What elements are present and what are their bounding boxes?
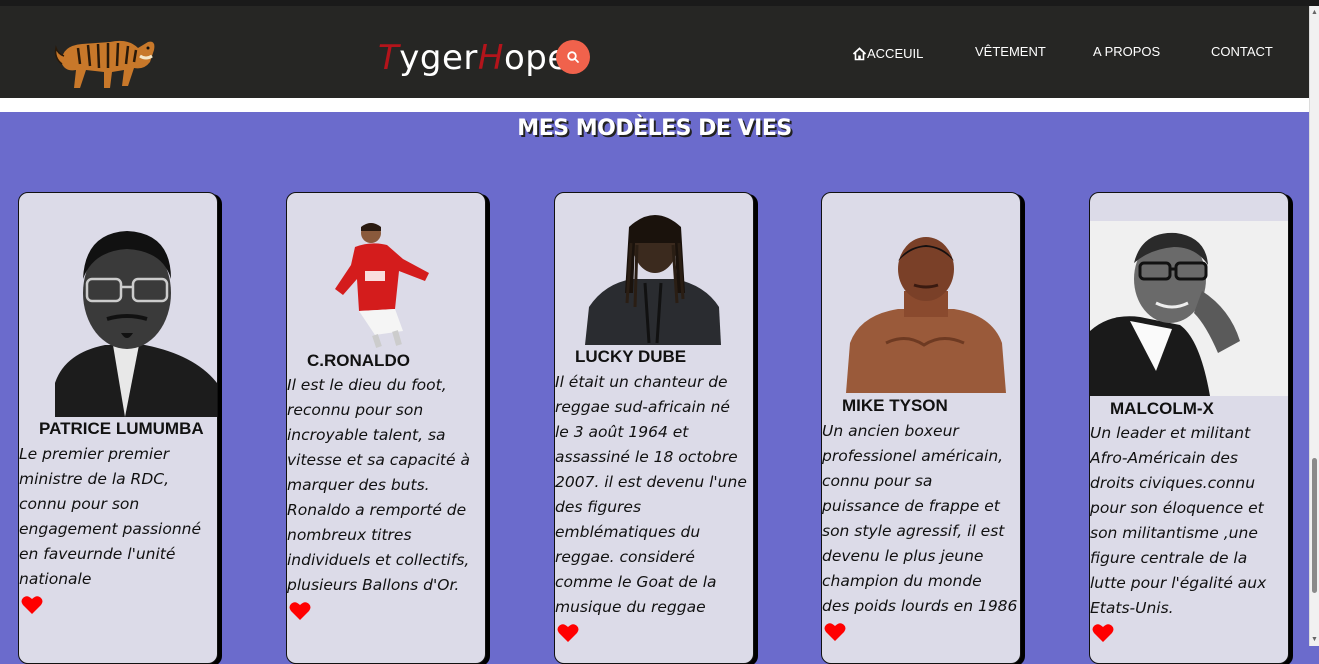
heart-icon[interactable] — [824, 622, 846, 642]
nav-contact-link[interactable]: CONTACT — [1211, 44, 1273, 64]
brand-letter-h: H — [477, 38, 504, 78]
role-model-card: MALCOLM-X Un leader et militant Afro-Amé… — [1089, 192, 1289, 664]
role-model-card: LUCKY DUBE Il était un chanteur de regga… — [554, 192, 754, 664]
search-icon — [567, 51, 579, 63]
scrollbar-thumb[interactable] — [1312, 458, 1317, 593]
brand-text-1: yger — [399, 38, 478, 78]
tiger-logo-icon[interactable] — [48, 24, 158, 94]
card-name: C.RONALDO — [307, 351, 410, 370]
site-header: TygerHope ACCEUIL VÊTEMENT A PROPOS CONT… — [0, 6, 1309, 98]
header-divider — [0, 98, 1309, 112]
brand-letter-t: T — [378, 38, 400, 78]
role-model-card: MIKE TYSON Un ancien boxeur professionel… — [821, 192, 1021, 664]
lumumba-photo — [35, 223, 217, 417]
role-model-card: PATRICE LUMUMBA Le premier premier minis… — [18, 192, 218, 664]
card-description: Il était un chanteur de reggae sud-afric… — [555, 373, 747, 616]
heart-icon[interactable] — [21, 595, 43, 615]
section-title: MES MODÈLES DE VIES — [517, 116, 792, 141]
card-description: Le premier premier ministre de la RDC, c… — [19, 445, 201, 588]
nav-clothing-link[interactable]: VÊTEMENT — [975, 44, 1046, 64]
ronaldo-photo — [335, 223, 429, 348]
heart-icon[interactable] — [1092, 623, 1114, 643]
heart-icon[interactable] — [289, 601, 311, 621]
heart-icon[interactable] — [557, 623, 579, 643]
brand-name[interactable]: TygerHope — [378, 36, 569, 80]
role-model-card: C.RONALDO Il est le dieu du foot, reconn… — [286, 192, 486, 664]
scroll-down-icon[interactable]: ▼ — [1311, 636, 1318, 643]
card-name: LUCKY DUBE — [575, 347, 687, 366]
card-description: Il est le dieu du foot, reconnu pour son… — [287, 376, 470, 594]
lucky-dube-photo — [585, 215, 721, 345]
search-button[interactable] — [556, 40, 590, 74]
card-description: Un leader et militant Afro-Américain des… — [1090, 424, 1267, 617]
card-name: MIKE TYSON — [842, 396, 948, 415]
page-scrollbar[interactable]: ▲ ▼ — [1309, 6, 1319, 646]
mike-tyson-photo — [846, 237, 1006, 393]
nav-about-link[interactable]: A PROPOS — [1093, 44, 1160, 64]
card-description: Un ancien boxeur professionel américain,… — [822, 422, 1018, 615]
malcolm-x-photo — [1090, 221, 1288, 396]
card-name: PATRICE LUMUMBA — [39, 419, 204, 438]
scroll-up-icon[interactable]: ▲ — [1311, 9, 1318, 16]
home-icon — [852, 47, 867, 61]
nav-home-link[interactable]: ACCEUIL — [852, 44, 923, 64]
nav-home-label: ACCEUIL — [867, 46, 924, 61]
card-name: MALCOLM-X — [1110, 399, 1214, 418]
